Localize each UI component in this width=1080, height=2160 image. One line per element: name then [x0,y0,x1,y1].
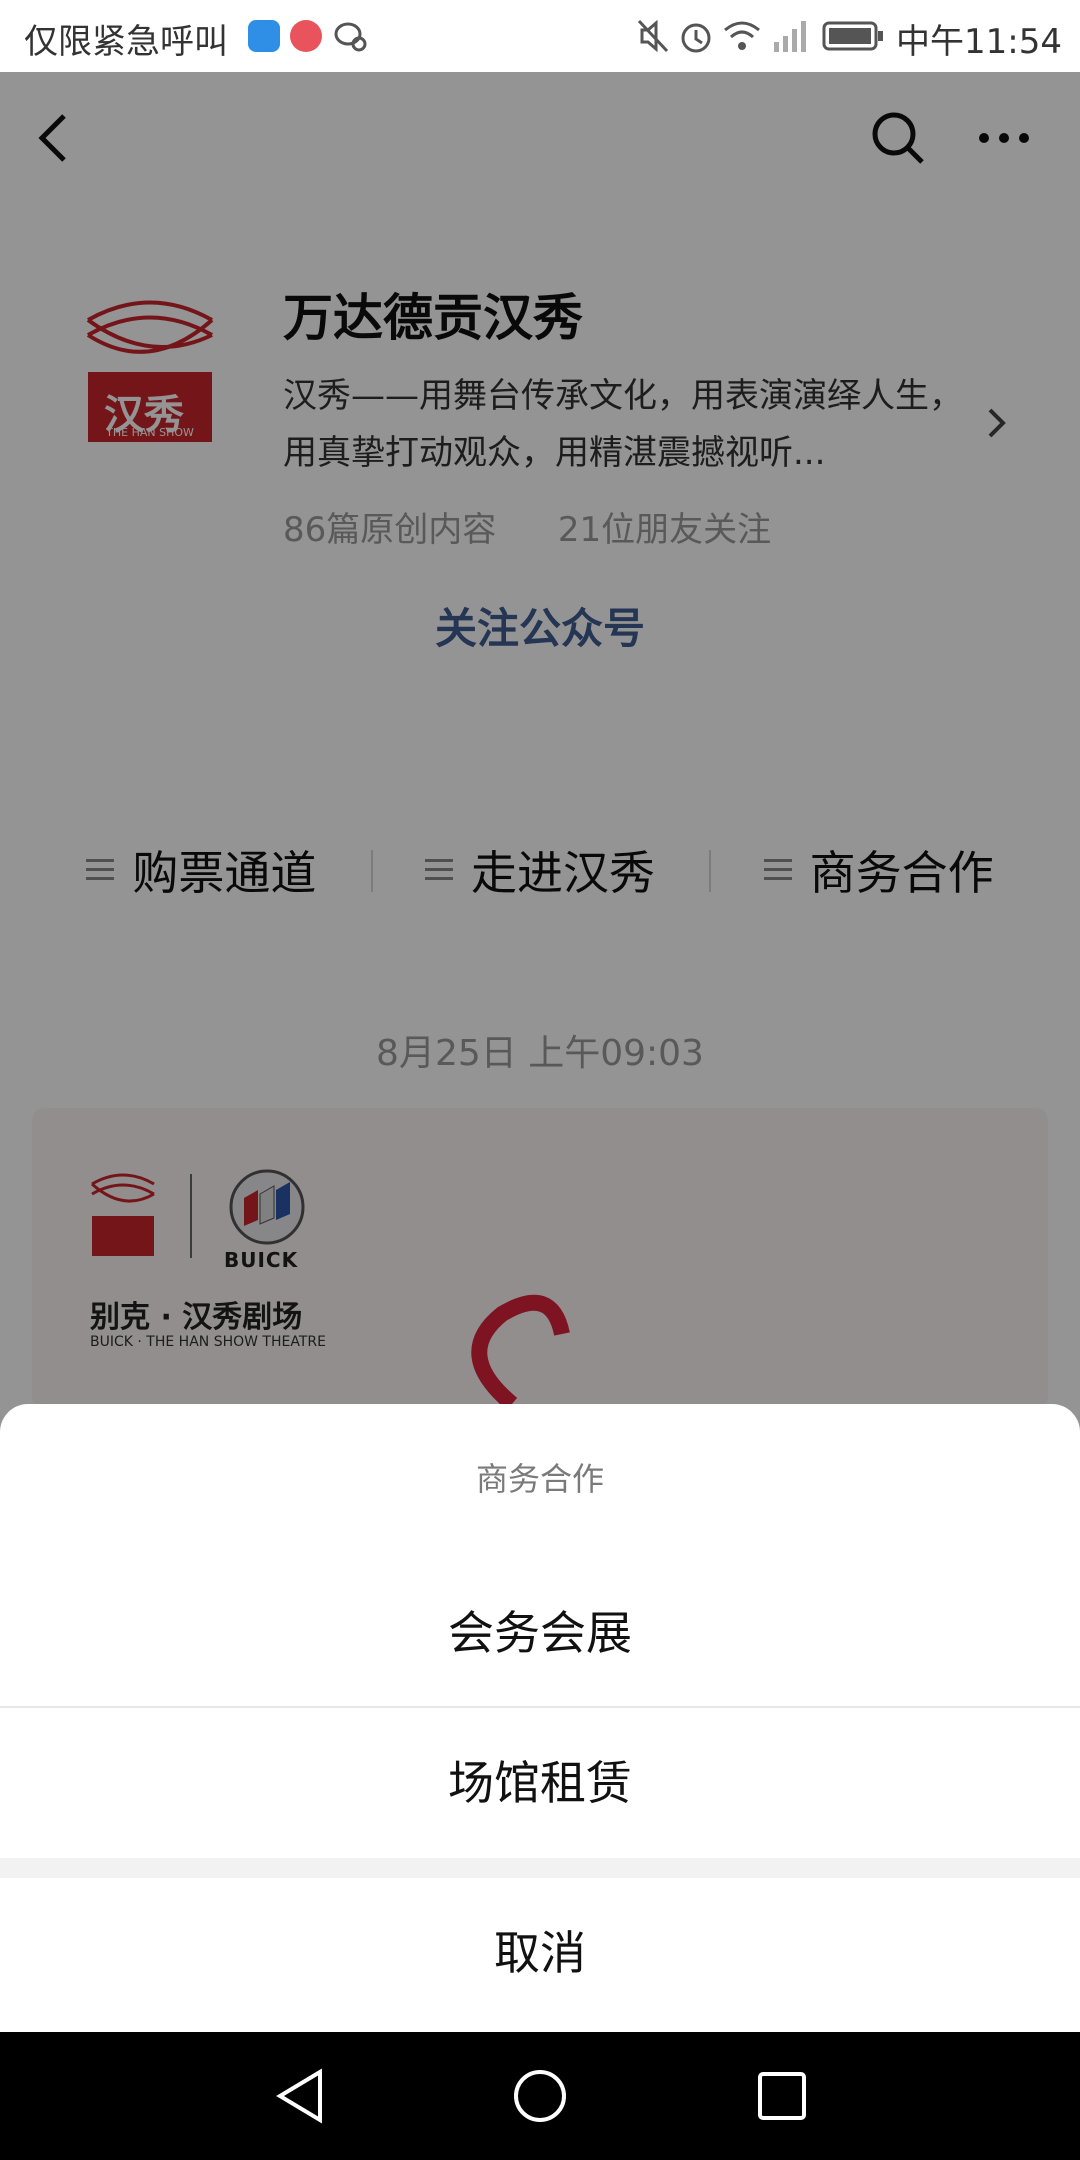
system-nav-bar [0,2032,1080,2160]
wifi-icon [724,21,760,50]
clock: 中午11:54 [896,22,1062,62]
mute-icon [637,19,669,53]
app-icon [290,20,322,52]
cancel-button[interactable]: 取消 [0,1878,1080,2028]
battery-icon [822,21,883,51]
status-bar: 仅限紧急呼叫 中午11:54 [0,0,1080,72]
shield-icon [248,20,280,52]
emergency-call-text: 仅限紧急呼叫 [24,22,228,62]
action-sheet-title: 商务合作 [475,1460,604,1498]
option-venue-rental[interactable]: 场馆租赁 [0,1708,1080,1858]
divider [0,1858,1080,1878]
action-sheet: 商务合作 会务会展 场馆租赁 取消 [0,1404,1080,2032]
signal-icon [774,21,806,52]
alarm-icon [681,23,711,53]
nav-home-icon[interactable] [512,2068,568,2124]
wechat-icon [334,22,367,52]
nav-back-icon[interactable] [272,2066,326,2126]
nav-recents-icon[interactable] [756,2070,808,2122]
option-conference[interactable]: 会务会展 [0,1558,1080,1708]
